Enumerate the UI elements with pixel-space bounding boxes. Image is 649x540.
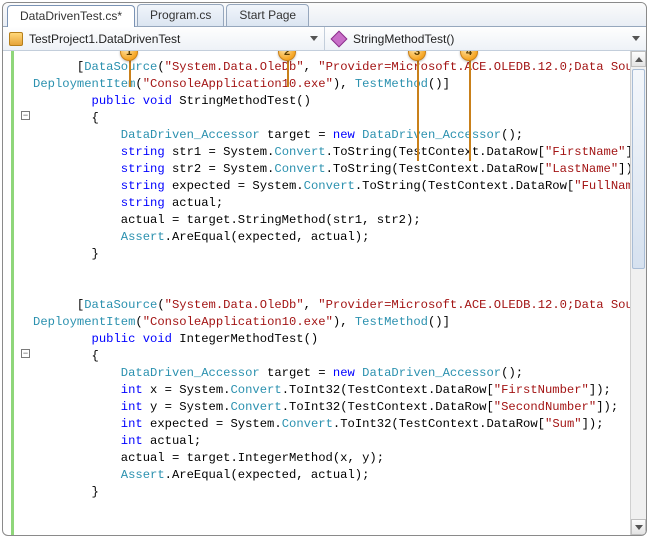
chevron-down-icon [632,36,640,41]
member-dropdown-text: StringMethodTest() [353,32,626,46]
callout-line [417,51,419,161]
code-body: [DataSource("System.Data.OleDb", "Provid… [33,59,640,501]
outline-toggle[interactable] [21,349,30,358]
vertical-scrollbar[interactable] [630,51,646,535]
chevron-down-icon [310,36,318,41]
scroll-up-button[interactable] [631,51,646,67]
callout-line [469,51,471,161]
editor-window: DataDrivenTest.cs* Program.cs Start Page… [2,2,647,536]
change-indicator [11,51,14,535]
tab-startpage[interactable]: Start Page [226,4,309,26]
code-editor[interactable]: 1 2 3 4 [DataSource("System.Data.OleDb",… [3,51,646,535]
type-dropdown-text: TestProject1.DataDrivenTest [29,32,304,46]
class-icon [9,32,23,46]
type-dropdown[interactable]: TestProject1.DataDrivenTest [3,27,325,50]
member-dropdown[interactable]: StringMethodTest() [325,27,646,50]
tab-program[interactable]: Program.cs [137,4,224,26]
method-icon [331,30,348,47]
tab-datadriven[interactable]: DataDrivenTest.cs* [7,5,135,27]
scroll-thumb[interactable] [632,69,645,269]
scroll-down-button[interactable] [631,519,646,535]
outline-toggle[interactable] [21,111,30,120]
navigation-bar: TestProject1.DataDrivenTest StringMethod… [3,27,646,51]
document-tabs: DataDrivenTest.cs* Program.cs Start Page [3,3,646,27]
